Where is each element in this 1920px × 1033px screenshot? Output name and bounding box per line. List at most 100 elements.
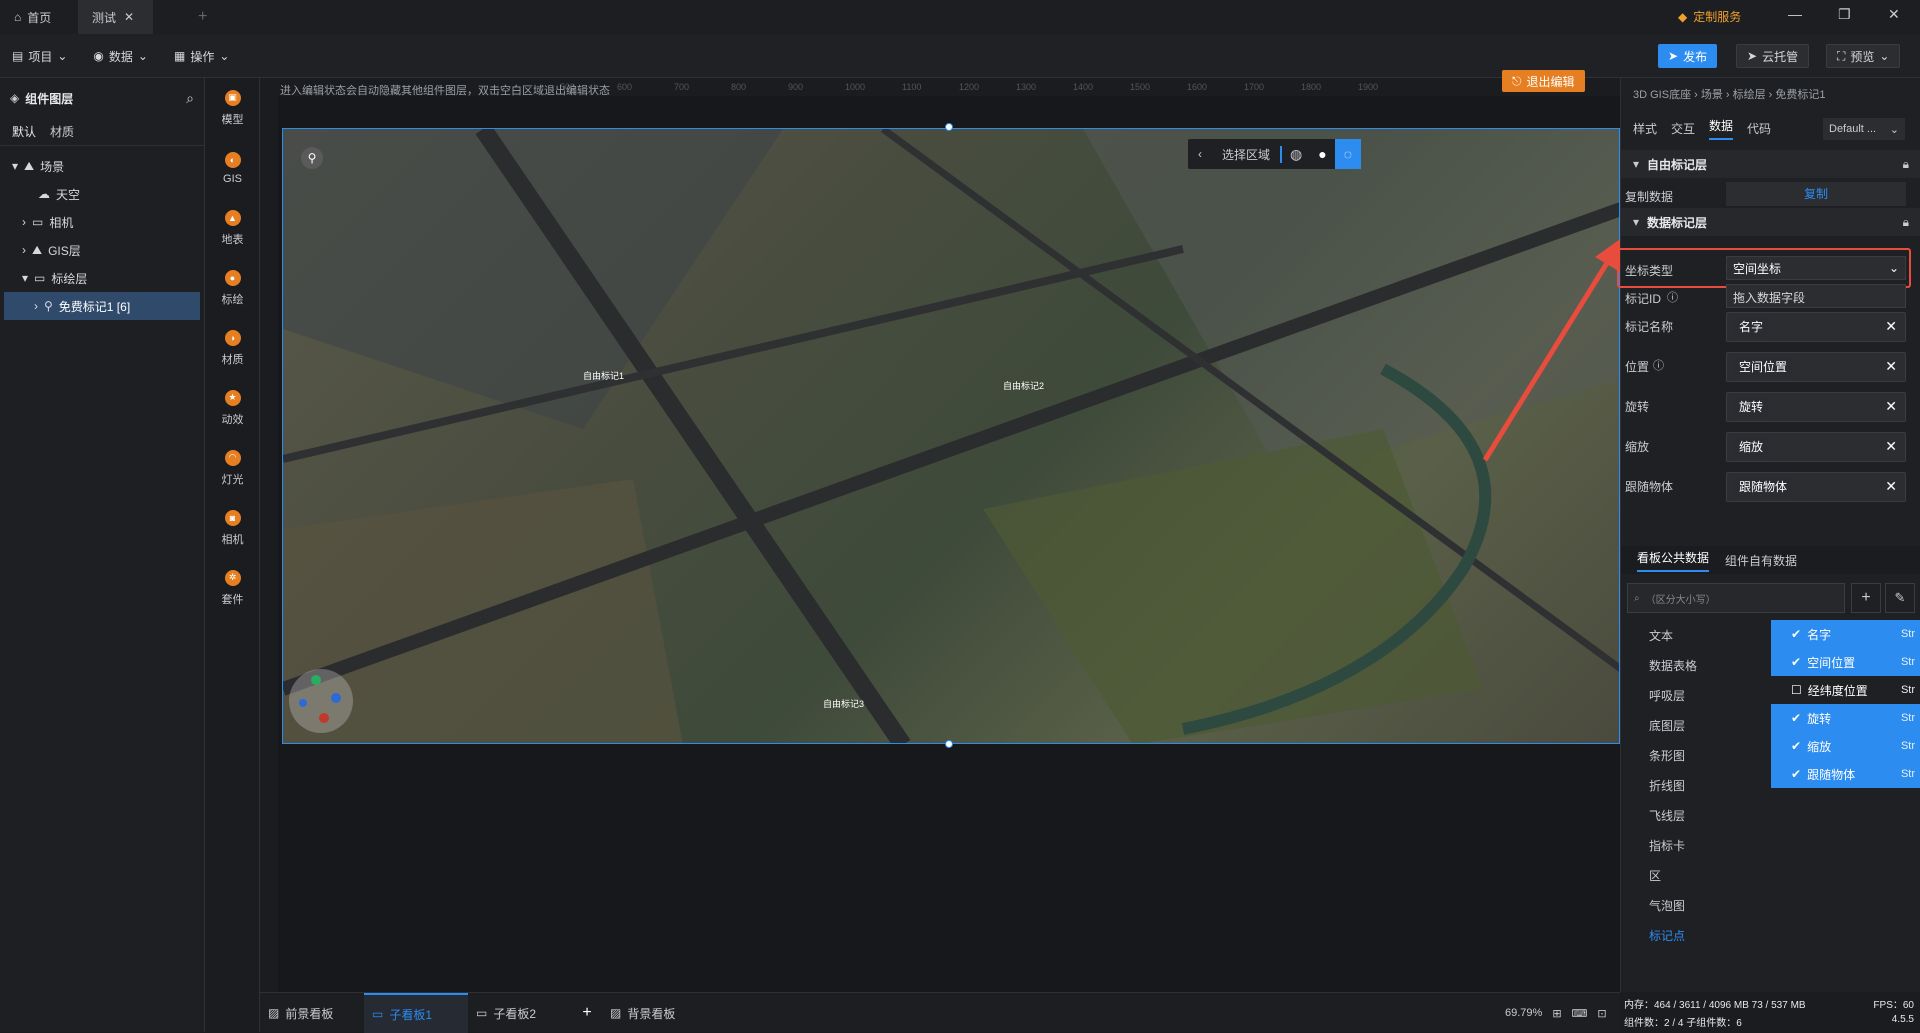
menu-project[interactable]: ▤ 项目 ⌄	[12, 34, 67, 78]
tab-style[interactable]: 样式	[1633, 120, 1657, 137]
mark-id-dropzone[interactable]: 拖入数据字段	[1726, 284, 1906, 308]
tab-public-data[interactable]: 看板公共数据	[1637, 549, 1710, 572]
close-icon[interactable]: ✕	[1885, 478, 1897, 495]
tab-background-board[interactable]: ▨ 背景看板	[602, 993, 706, 1033]
section-data-mark[interactable]: ▾ 数据标记层 🔒︎	[1621, 208, 1920, 236]
add-tab-icon[interactable]: +	[198, 8, 207, 26]
tool-terrain[interactable]: ▲ 地表	[205, 198, 260, 258]
list-item[interactable]: 折线图	[1621, 770, 1771, 800]
list-item[interactable]: 呼吸层	[1621, 680, 1771, 710]
minimize-icon[interactable]: —	[1788, 6, 1802, 22]
keyboard-icon[interactable]: ⌨	[1572, 1007, 1588, 1020]
zoom-level[interactable]: 69.79%	[1505, 1007, 1542, 1019]
location-pin-icon[interactable]: ⚲	[301, 147, 323, 169]
list-item[interactable]: 标记点	[1621, 920, 1771, 950]
resize-handle-top[interactable]	[945, 123, 953, 131]
globe-icon[interactable]: ◍	[1282, 146, 1310, 163]
field-chip[interactable]: 跟随物体 ✕	[1726, 472, 1906, 502]
restore-icon[interactable]: ❐	[1838, 6, 1851, 23]
edit-hint: 进入编辑状态会自动隐藏其他组件图层，双击空白区域退出编辑状态	[280, 85, 610, 97]
tab-front-board[interactable]: ▨ 前景看板	[260, 993, 364, 1033]
field-checkbox[interactable]: ✔ 缩放 Str	[1771, 732, 1920, 760]
field-checkbox[interactable]: ✔ 名字 Str	[1771, 620, 1920, 648]
field-checkbox[interactable]: ✔ 空间位置 Str	[1771, 648, 1920, 676]
close-icon[interactable]: ✕	[1885, 318, 1897, 335]
rotate-icon[interactable]: ◌	[1334, 139, 1362, 169]
close-icon[interactable]: ✕	[1885, 438, 1897, 455]
exit-edit-button[interactable]: ⎋ 退出编辑	[1502, 70, 1585, 92]
coord-type-select[interactable]: 空间坐标 ⌄	[1726, 256, 1906, 280]
map-view[interactable]: 自由标记1 自由标记2 自由标记3 ⚲ ‹ 选择区域 ◍ ● ◌	[282, 128, 1620, 744]
list-item[interactable]: 飞线层	[1621, 800, 1771, 830]
tool-light[interactable]: ◠ 灯光	[205, 438, 260, 498]
tree-item-free-mark[interactable]: › ⚲ 免费标记1 [6]	[4, 292, 200, 320]
tab-test[interactable]: 测试 ✕	[78, 0, 153, 34]
close-icon[interactable]: ✕	[124, 10, 134, 24]
select-region-button[interactable]: 选择区域	[1212, 145, 1283, 163]
close-icon[interactable]: ✕	[1885, 358, 1897, 375]
resize-handle-bottom[interactable]	[945, 740, 953, 748]
section-free-mark[interactable]: ▾ 自由标记层 🔒︎	[1621, 150, 1920, 178]
menu-data[interactable]: ◉ 数据 ⌄	[93, 34, 148, 78]
list-item[interactable]: 指标卡	[1621, 830, 1771, 860]
terminal-icon[interactable]: ⊡	[1597, 1007, 1606, 1020]
tab-code[interactable]: 代码	[1747, 120, 1771, 137]
tab-sub-board-2[interactable]: ▭ 子看板2	[468, 993, 572, 1033]
tool-gis[interactable]: ◐ GIS	[205, 138, 260, 198]
field-chip[interactable]: 缩放 ✕	[1726, 432, 1906, 462]
tab-interaction[interactable]: 交互	[1671, 120, 1695, 137]
tool-plot[interactable]: ● 标绘	[205, 258, 260, 318]
tool-kit[interactable]: ✲ 套件	[205, 558, 260, 618]
help-icon[interactable]: ⓘ	[1653, 357, 1664, 373]
add-icon[interactable]: +	[1851, 583, 1881, 613]
tab-home[interactable]: ⌂ 首页	[0, 0, 78, 34]
tab-material[interactable]: 材质	[50, 123, 74, 140]
field-chip[interactable]: 名字 ✕	[1726, 312, 1906, 342]
tool-camera[interactable]: ◙ 相机	[205, 498, 260, 558]
add-board-icon[interactable]: +	[572, 1004, 602, 1022]
chevron-left-icon[interactable]: ‹	[1188, 147, 1212, 161]
list-item[interactable]: 数据表格	[1621, 650, 1771, 680]
tree-item-camera[interactable]: › ▭ 相机	[0, 208, 204, 236]
tree-item-sky[interactable]: ☁ 天空	[0, 180, 204, 208]
field-checkbox[interactable]: ☐ 经纬度位置 Str	[1771, 676, 1920, 704]
default-select[interactable]: Default ... ⌄	[1823, 118, 1905, 140]
tool-effect[interactable]: ★ 动效	[205, 378, 260, 438]
tab-data[interactable]: 数据	[1709, 117, 1734, 140]
list-item[interactable]: 底图层	[1621, 710, 1771, 740]
tab-default[interactable]: 默认	[12, 123, 36, 140]
ruler-tick: 1100	[902, 82, 922, 92]
list-item[interactable]: 气泡图	[1621, 890, 1771, 920]
list-item[interactable]: 区	[1621, 860, 1771, 890]
field-checkbox[interactable]: ✔ 旋转 Str	[1771, 704, 1920, 732]
help-icon[interactable]: ⓘ	[1667, 289, 1678, 305]
tree-item-plot[interactable]: ▾ ▭ 标绘层	[0, 264, 204, 292]
axis-gizmo-icon[interactable]	[289, 669, 353, 733]
tree-item-scene[interactable]: ▾ ⛰ 场景	[0, 152, 204, 180]
tab-sub-board-1[interactable]: ▭ 子看板1	[364, 993, 468, 1033]
copy-button[interactable]: 复制	[1726, 182, 1906, 206]
list-item[interactable]: 文本	[1621, 620, 1771, 650]
list-item[interactable]: 条形图	[1621, 740, 1771, 770]
circle-icon[interactable]: ●	[1310, 146, 1334, 162]
tree-item-gis[interactable]: › ⛰ GIS层	[0, 236, 204, 264]
tool-model[interactable]: ▣ 模型	[205, 78, 260, 138]
version: 4.5.5	[1891, 1014, 1914, 1025]
search-icon[interactable]: ⌕	[186, 90, 194, 107]
tool-material[interactable]: ◑ 材质	[205, 318, 260, 378]
publish-button[interactable]: ➤ 发布	[1658, 44, 1718, 68]
fit-icon[interactable]: ⊞	[1552, 1007, 1561, 1020]
data-search-input[interactable]: ⌕ （区分大小写）	[1627, 583, 1845, 613]
field-checkbox[interactable]: ✔ 跟随物体 Str	[1771, 760, 1920, 788]
close-icon[interactable]: ✕	[1885, 398, 1897, 415]
preview-button[interactable]: ⛶ 预览 ⌄	[1826, 44, 1901, 68]
caret-down-icon: ▾	[1633, 215, 1640, 229]
window-close-icon[interactable]: ✕	[1888, 6, 1900, 23]
menu-operation[interactable]: ▦ 操作 ⌄	[174, 34, 229, 78]
tab-own-data[interactable]: 组件自有数据	[1725, 552, 1797, 569]
cloud-button[interactable]: ➤ 云托管	[1736, 44, 1810, 68]
field-chip[interactable]: 旋转 ✕	[1726, 392, 1906, 422]
edit-icon[interactable]: ✎	[1885, 583, 1915, 613]
custom-service[interactable]: ◆ 定制服务	[1678, 8, 1741, 25]
field-chip[interactable]: 空间位置 ✕	[1726, 352, 1906, 382]
